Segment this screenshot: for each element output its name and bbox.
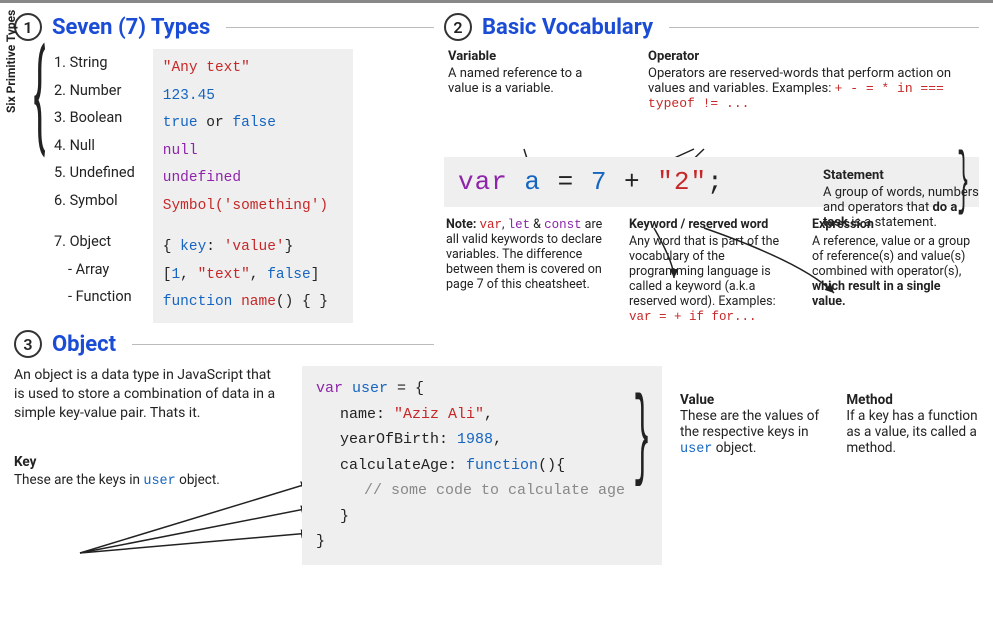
arr-3: false bbox=[267, 267, 311, 283]
object-code-block: var user = { name: "Aziz Ali", yearOfBir… bbox=[302, 366, 662, 565]
example-true: true bbox=[163, 115, 198, 131]
keyword-examples: var = + if for... bbox=[629, 310, 757, 324]
code-eq: = bbox=[541, 167, 591, 197]
operator-title: Operator bbox=[648, 49, 975, 64]
code-semi: ; bbox=[707, 167, 724, 197]
section-number-badge: 2 bbox=[444, 13, 472, 41]
example-false: false bbox=[232, 115, 276, 131]
obj-close: } bbox=[285, 239, 294, 255]
obj-colon: : bbox=[206, 239, 223, 255]
type-boolean: 3. Boolean bbox=[54, 104, 135, 132]
divider bbox=[226, 27, 434, 28]
type-object: 7. Object bbox=[54, 228, 135, 256]
brace-icon: { bbox=[33, 48, 45, 144]
type-function: - Function bbox=[68, 283, 135, 311]
code-a: a bbox=[524, 167, 541, 197]
example-undefined: undefined bbox=[163, 170, 241, 186]
method-title: Method bbox=[846, 392, 892, 408]
statement-body: A group of words, numbers and operators … bbox=[823, 185, 983, 230]
value-method-row: Value These are the values of the respec… bbox=[680, 366, 979, 565]
brace-icon: } bbox=[633, 410, 651, 470]
type-symbol: 6. Symbol bbox=[54, 187, 135, 215]
variable-block: Variable A named reference to a value is… bbox=[448, 49, 608, 111]
statement-title: Statement bbox=[823, 168, 983, 183]
vocab-bottom-row: Note: var, let & const are all valid key… bbox=[444, 217, 979, 324]
obj-val: 'value' bbox=[224, 239, 285, 255]
statement-block: Statement A group of words, numbers and … bbox=[823, 168, 983, 230]
key-block: Key These are the keys in user object. bbox=[14, 453, 284, 491]
example-symbol-arg: ('something') bbox=[215, 198, 328, 214]
example-or: or bbox=[198, 115, 233, 131]
section-title: Seven (7) Types bbox=[52, 15, 210, 40]
operator-block: Operator Operators are reserved-words th… bbox=[648, 49, 975, 111]
code-plus: + bbox=[607, 167, 657, 197]
method-block: Method If a key has a function as a valu… bbox=[846, 392, 979, 565]
obj-key: key bbox=[180, 239, 206, 255]
divider bbox=[669, 27, 979, 28]
arr-c1: , bbox=[180, 267, 197, 283]
obj-open: { bbox=[163, 239, 180, 255]
type-null: 4. Null bbox=[54, 132, 135, 160]
operator-body: Operators are reserved-words that perfor… bbox=[648, 66, 975, 111]
type-string: 1. String bbox=[54, 49, 135, 77]
section-title: Object bbox=[52, 332, 116, 357]
expression-block: Expression A reference, value or a group… bbox=[812, 217, 977, 324]
type-number: 2. Number bbox=[54, 77, 135, 105]
fn-paren: () { } bbox=[276, 294, 328, 310]
section-seven-types: 1 Seven (7) Types Six Primitive Types { … bbox=[14, 13, 434, 324]
section-header: 3 Object bbox=[14, 330, 434, 358]
object-description: An object is a data type in JavaScript t… bbox=[14, 366, 284, 565]
fn-kw: function bbox=[163, 294, 241, 310]
value-block: Value These are the values of the respec… bbox=[680, 392, 826, 565]
section-object: 3 Object An object is a data type in Jav… bbox=[14, 330, 979, 565]
example-symbol-fn: Symbol bbox=[163, 198, 215, 214]
arr-close: ] bbox=[311, 267, 320, 283]
fn-name: name bbox=[241, 294, 276, 310]
arr-1: 1 bbox=[171, 267, 180, 283]
note-label: Note: bbox=[446, 217, 479, 232]
arr-2: "text" bbox=[198, 267, 250, 283]
expression-body: A reference, value or a group of referen… bbox=[812, 234, 977, 309]
section-header: 1 Seven (7) Types bbox=[14, 13, 434, 41]
divider bbox=[132, 344, 434, 345]
code-7: 7 bbox=[591, 167, 608, 197]
types-examples: "Any text" 123.45 true or false null und… bbox=[153, 49, 353, 323]
variable-body: A named reference to a value is a variab… bbox=[448, 66, 608, 96]
example-null: null bbox=[163, 143, 198, 159]
keyword-title: Keyword / reserved word bbox=[629, 217, 794, 232]
note-block: Note: var, let & const are all valid key… bbox=[446, 217, 611, 324]
section-header: 2 Basic Vocabulary bbox=[444, 13, 979, 41]
value-title: Value bbox=[680, 392, 714, 408]
code-comment: // some code to calculate age bbox=[316, 478, 648, 504]
code-2: "2" bbox=[657, 167, 707, 197]
types-list: 1. String 2. Number 3. Boolean 4. Null 5… bbox=[54, 49, 135, 323]
code-var: var bbox=[458, 167, 524, 197]
types-grid: 1. String 2. Number 3. Boolean 4. Null 5… bbox=[54, 49, 434, 323]
section-basic-vocabulary: 2 Basic Vocabulary Variable A named refe… bbox=[444, 13, 979, 324]
keyword-body: Any word that is part of the vocabulary … bbox=[629, 234, 794, 324]
variable-title: Variable bbox=[448, 49, 608, 64]
keyword-block: Keyword / reserved word Any word that is… bbox=[629, 217, 794, 324]
arr-c2: , bbox=[250, 267, 267, 283]
key-title: Key bbox=[14, 454, 36, 470]
vocab-top-row: Variable A named reference to a value is… bbox=[444, 49, 979, 111]
section-number-badge: 3 bbox=[14, 330, 42, 358]
example-number: 123.45 bbox=[163, 88, 215, 104]
primitive-types-label: Six Primitive Types bbox=[4, 10, 18, 113]
section-title: Basic Vocabulary bbox=[482, 15, 653, 40]
type-undefined: 5. Undefined bbox=[54, 159, 135, 187]
example-string: "Any text" bbox=[163, 60, 250, 76]
type-array: - Array bbox=[68, 256, 135, 284]
